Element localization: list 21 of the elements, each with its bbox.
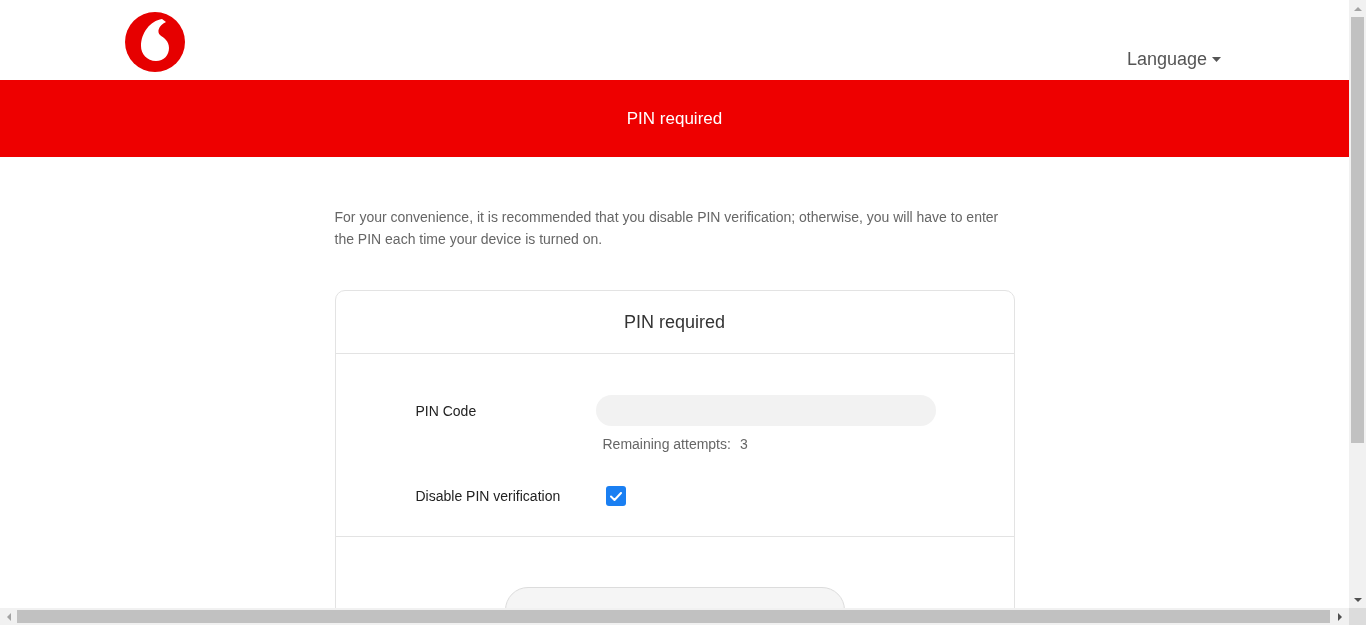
arrow-left-icon[interactable] — [6, 612, 11, 621]
checkbox-label: Disable PIN verification — [415, 488, 562, 504]
banner-title: PIN required — [626, 108, 723, 129]
hint-value: 3 — [739, 436, 748, 452]
arrow-down-icon[interactable] — [1353, 597, 1362, 602]
arrow-right-icon[interactable] — [1337, 612, 1342, 621]
language-menu[interactable]: Language — [1126, 48, 1221, 70]
scrollbar-thumb[interactable] — [1351, 17, 1364, 443]
logo-icon — [125, 12, 185, 72]
scrollbar-corner — [1349, 608, 1366, 625]
checkbox[interactable] — [605, 486, 626, 506]
arrow-up-icon[interactable] — [1353, 6, 1362, 11]
notice-text: For your convenience, it is recommended that you disable PIN verification; otherwise, you will have to enter the PIN each time your device is turned on. — [334, 208, 1000, 249]
vertical-scrollbar[interactable] — [1349, 0, 1366, 608]
scrollbar-thumb[interactable] — [17, 610, 1330, 623]
horizontal-scrollbar[interactable] — [0, 608, 1349, 625]
hint-label: Remaining attempts: — [602, 436, 731, 452]
field-label: PIN Code — [415, 402, 478, 419]
card-title: PIN required — [623, 311, 726, 333]
caret-icon — [1212, 56, 1221, 62]
checkmark-icon — [609, 491, 622, 501]
